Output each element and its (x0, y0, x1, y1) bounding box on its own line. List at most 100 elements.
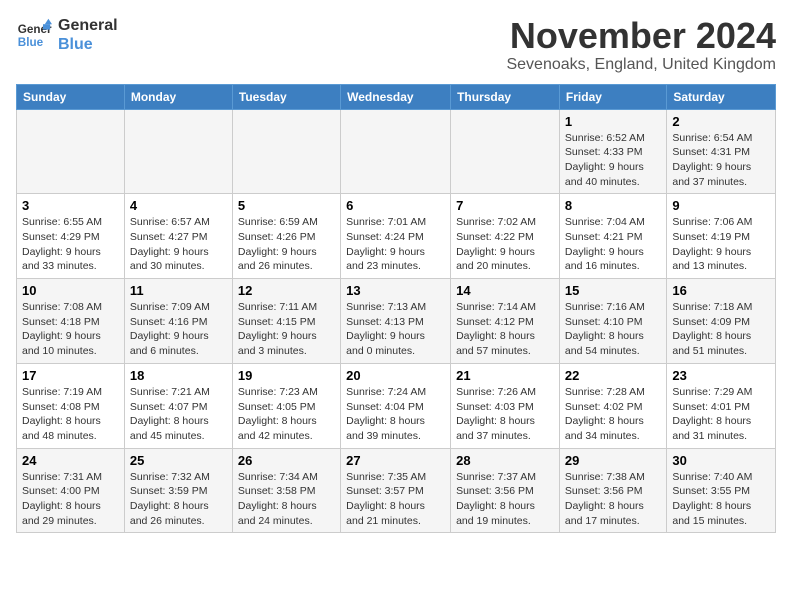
calendar-cell: 17 Sunrise: 7:19 AM Sunset: 4:08 PM Dayli… (17, 363, 125, 448)
calendar-cell: 3 Sunrise: 6:55 AM Sunset: 4:29 PM Daylig… (17, 194, 125, 279)
calendar-cell: 13 Sunrise: 7:13 AM Sunset: 4:13 PM Dayli… (341, 279, 451, 364)
day-number: 1 (565, 114, 661, 129)
day-info: Sunrise: 7:21 AM Sunset: 4:07 PM Dayligh… (130, 385, 227, 444)
day-info: Sunrise: 6:54 AM Sunset: 4:31 PM Dayligh… (672, 131, 770, 190)
day-number: 18 (130, 368, 227, 383)
day-number: 10 (22, 283, 119, 298)
header: General Blue General Blue November 2024 … (16, 16, 776, 74)
logo-icon: General Blue (16, 17, 52, 53)
calendar-cell (124, 109, 232, 194)
calendar-cell (451, 109, 560, 194)
calendar-cell: 18 Sunrise: 7:21 AM Sunset: 4:07 PM Dayli… (124, 363, 232, 448)
day-number: 17 (22, 368, 119, 383)
day-info: Sunrise: 7:32 AM Sunset: 3:59 PM Dayligh… (130, 470, 227, 529)
day-number: 26 (238, 453, 335, 468)
day-number: 8 (565, 198, 661, 213)
day-number: 12 (238, 283, 335, 298)
day-info: Sunrise: 7:31 AM Sunset: 4:00 PM Dayligh… (22, 470, 119, 529)
calendar-cell: 2 Sunrise: 6:54 AM Sunset: 4:31 PM Daylig… (667, 109, 776, 194)
day-info: Sunrise: 6:57 AM Sunset: 4:27 PM Dayligh… (130, 215, 227, 274)
day-info: Sunrise: 7:23 AM Sunset: 4:05 PM Dayligh… (238, 385, 335, 444)
day-info: Sunrise: 7:11 AM Sunset: 4:15 PM Dayligh… (238, 300, 335, 359)
month-title: November 2024 (506, 16, 776, 56)
calendar-cell: 22 Sunrise: 7:28 AM Sunset: 4:02 PM Dayli… (559, 363, 666, 448)
calendar-cell: 23 Sunrise: 7:29 AM Sunset: 4:01 PM Dayli… (667, 363, 776, 448)
day-number: 15 (565, 283, 661, 298)
title-area: November 2024 Sevenoaks, England, United… (506, 16, 776, 74)
calendar-cell: 10 Sunrise: 7:08 AM Sunset: 4:18 PM Dayli… (17, 279, 125, 364)
calendar-table: SundayMondayTuesdayWednesdayThursdayFrid… (16, 84, 776, 534)
day-number: 19 (238, 368, 335, 383)
day-number: 9 (672, 198, 770, 213)
day-info: Sunrise: 6:55 AM Sunset: 4:29 PM Dayligh… (22, 215, 119, 274)
svg-text:Blue: Blue (18, 36, 44, 49)
day-number: 23 (672, 368, 770, 383)
day-info: Sunrise: 7:13 AM Sunset: 4:13 PM Dayligh… (346, 300, 445, 359)
col-header-tuesday: Tuesday (232, 84, 340, 109)
calendar-cell: 27Sunrise: 7:35 AM Sunset: 3:57 PM Dayli… (341, 448, 451, 533)
day-info: Sunrise: 6:52 AM Sunset: 4:33 PM Dayligh… (565, 131, 661, 190)
day-number: 22 (565, 368, 661, 383)
day-number: 5 (238, 198, 335, 213)
col-header-monday: Monday (124, 84, 232, 109)
calendar-cell: 30 Sunrise: 7:40 AM Sunset: 3:55 PM Dayli… (667, 448, 776, 533)
day-number: 11 (130, 283, 227, 298)
calendar-cell: 26 Sunrise: 7:34 AM Sunset: 3:58 PM Dayli… (232, 448, 340, 533)
day-number: 16 (672, 283, 770, 298)
day-number: 20 (346, 368, 445, 383)
day-info: Sunrise: 7:02 AM Sunset: 4:22 PM Dayligh… (456, 215, 554, 274)
day-number: 4 (130, 198, 227, 213)
calendar-cell: 19 Sunrise: 7:23 AM Sunset: 4:05 PM Dayli… (232, 363, 340, 448)
day-info: Sunrise: 7:16 AM Sunset: 4:10 PM Dayligh… (565, 300, 661, 359)
day-info: Sunrise: 7:35 AM Sunset: 3:57 PM Dayligh… (346, 470, 445, 529)
day-number: 28 (456, 453, 554, 468)
day-info: Sunrise: 7:19 AM Sunset: 4:08 PM Dayligh… (22, 385, 119, 444)
calendar-week-4: 17 Sunrise: 7:19 AM Sunset: 4:08 PM Dayli… (17, 363, 776, 448)
calendar-cell: 6Sunrise: 7:01 AM Sunset: 4:24 PM Daylig… (341, 194, 451, 279)
day-info: Sunrise: 7:18 AM Sunset: 4:09 PM Dayligh… (672, 300, 770, 359)
day-number: 3 (22, 198, 119, 213)
logo-text-line2: Blue (58, 35, 118, 54)
day-info: Sunrise: 7:26 AM Sunset: 4:03 PM Dayligh… (456, 385, 554, 444)
calendar-cell: 8 Sunrise: 7:04 AM Sunset: 4:21 PM Daylig… (559, 194, 666, 279)
day-info: Sunrise: 7:01 AM Sunset: 4:24 PM Dayligh… (346, 215, 445, 274)
day-info: Sunrise: 7:34 AM Sunset: 3:58 PM Dayligh… (238, 470, 335, 529)
calendar-week-1: 1 Sunrise: 6:52 AM Sunset: 4:33 PM Daylig… (17, 109, 776, 194)
day-info: Sunrise: 7:29 AM Sunset: 4:01 PM Dayligh… (672, 385, 770, 444)
calendar-cell: 11Sunrise: 7:09 AM Sunset: 4:16 PM Dayli… (124, 279, 232, 364)
logo: General Blue General Blue (16, 16, 118, 54)
day-info: Sunrise: 7:24 AM Sunset: 4:04 PM Dayligh… (346, 385, 445, 444)
day-number: 7 (456, 198, 554, 213)
calendar-cell: 5 Sunrise: 6:59 AM Sunset: 4:26 PM Daylig… (232, 194, 340, 279)
day-info: Sunrise: 7:04 AM Sunset: 4:21 PM Dayligh… (565, 215, 661, 274)
day-info: Sunrise: 7:08 AM Sunset: 4:18 PM Dayligh… (22, 300, 119, 359)
day-number: 13 (346, 283, 445, 298)
day-info: Sunrise: 7:37 AM Sunset: 3:56 PM Dayligh… (456, 470, 554, 529)
calendar-cell: 1 Sunrise: 6:52 AM Sunset: 4:33 PM Daylig… (559, 109, 666, 194)
calendar-cell: 25Sunrise: 7:32 AM Sunset: 3:59 PM Dayli… (124, 448, 232, 533)
day-info: Sunrise: 7:28 AM Sunset: 4:02 PM Dayligh… (565, 385, 661, 444)
day-info: Sunrise: 7:06 AM Sunset: 4:19 PM Dayligh… (672, 215, 770, 274)
calendar-cell: 7 Sunrise: 7:02 AM Sunset: 4:22 PM Daylig… (451, 194, 560, 279)
calendar-cell: 14Sunrise: 7:14 AM Sunset: 4:12 PM Dayli… (451, 279, 560, 364)
calendar-cell: 12 Sunrise: 7:11 AM Sunset: 4:15 PM Dayli… (232, 279, 340, 364)
calendar-cell: 24Sunrise: 7:31 AM Sunset: 4:00 PM Dayli… (17, 448, 125, 533)
day-number: 2 (672, 114, 770, 129)
col-header-wednesday: Wednesday (341, 84, 451, 109)
day-info: Sunrise: 7:14 AM Sunset: 4:12 PM Dayligh… (456, 300, 554, 359)
calendar-cell: 29Sunrise: 7:38 AM Sunset: 3:56 PM Dayli… (559, 448, 666, 533)
day-number: 30 (672, 453, 770, 468)
calendar-header-row: SundayMondayTuesdayWednesdayThursdayFrid… (17, 84, 776, 109)
calendar-cell: 21 Sunrise: 7:26 AM Sunset: 4:03 PM Dayli… (451, 363, 560, 448)
day-number: 21 (456, 368, 554, 383)
calendar-cell: 16 Sunrise: 7:18 AM Sunset: 4:09 PM Dayli… (667, 279, 776, 364)
day-number: 29 (565, 453, 661, 468)
day-info: Sunrise: 6:59 AM Sunset: 4:26 PM Dayligh… (238, 215, 335, 274)
col-header-sunday: Sunday (17, 84, 125, 109)
calendar-cell (17, 109, 125, 194)
calendar-cell: 15 Sunrise: 7:16 AM Sunset: 4:10 PM Dayli… (559, 279, 666, 364)
day-info: Sunrise: 7:40 AM Sunset: 3:55 PM Dayligh… (672, 470, 770, 529)
calendar-week-3: 10 Sunrise: 7:08 AM Sunset: 4:18 PM Dayli… (17, 279, 776, 364)
calendar-week-5: 24Sunrise: 7:31 AM Sunset: 4:00 PM Dayli… (17, 448, 776, 533)
calendar-cell: 28 Sunrise: 7:37 AM Sunset: 3:56 PM Dayli… (451, 448, 560, 533)
